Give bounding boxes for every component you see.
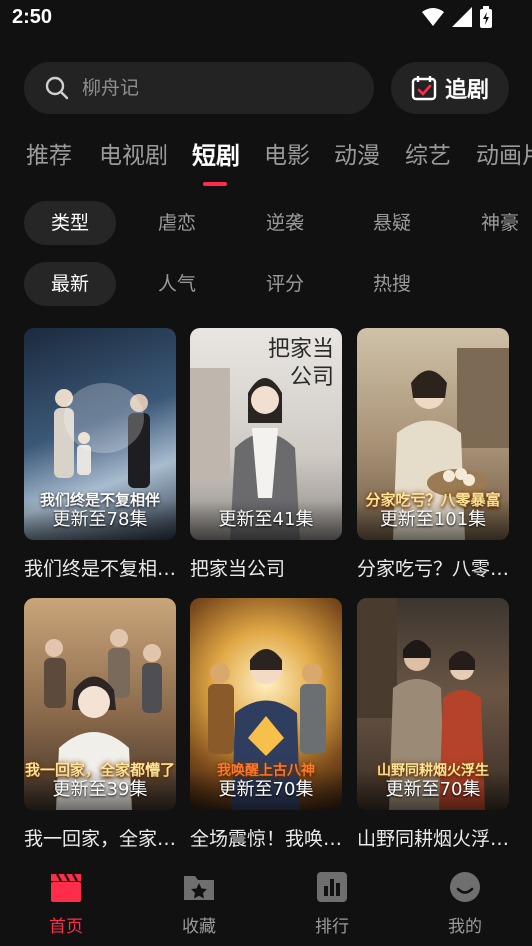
episode-badge: 更新至78集 <box>24 500 176 540</box>
tab-animation[interactable]: 动画片 <box>476 136 532 170</box>
status-icons <box>422 6 492 28</box>
cover-image[interactable]: 山野同耕烟火浮生 更新至70集 <box>357 598 509 810</box>
drama-card[interactable]: 把家当公司 更新至41集 把家当公司 <box>190 328 342 581</box>
filter-genre-all[interactable]: 类型 <box>24 201 116 245</box>
episode-badge: 更新至41集 <box>190 500 342 540</box>
cover-image[interactable]: 我唤醒上古八神 更新至70集 <box>190 598 342 810</box>
nav-home[interactable]: 首页 <box>16 870 116 937</box>
nav-profile[interactable]: 我的 <box>415 870 515 937</box>
tab-tv-series[interactable]: 电视剧 <box>99 136 168 170</box>
tab-active-indicator <box>203 182 227 186</box>
drama-card[interactable]: 我一回家，全家都懵了 更新至39集 我一回家，全家… <box>24 598 176 851</box>
episode-badge: 更新至39集 <box>24 770 176 810</box>
tab-recommend[interactable]: 推荐 <box>26 136 72 170</box>
tab-movie[interactable]: 电影 <box>264 136 310 170</box>
drama-card[interactable]: 分家吃亏？八零暴富 更新至101集 分家吃亏？八零… <box>357 328 509 581</box>
drama-card[interactable]: 山野同耕烟火浮生 更新至70集 山野同耕烟火浮… <box>357 598 509 851</box>
cover-image[interactable]: 把家当公司 更新至41集 <box>190 328 342 540</box>
drama-card[interactable]: 我们终是不复相伴 更新至78集 我们终是不复相… <box>24 328 176 581</box>
card-title[interactable]: 我们终是不复相… <box>24 554 184 581</box>
nav-label: 首页 <box>49 917 83 937</box>
episode-badge: 更新至70集 <box>357 770 509 810</box>
wifi-icon <box>422 8 444 26</box>
nav-favorites[interactable]: 收藏 <box>149 870 249 937</box>
sort-latest[interactable]: 最新 <box>24 262 116 306</box>
nav-label: 排行 <box>315 917 349 937</box>
sort-hot-search[interactable]: 热搜 <box>355 262 429 306</box>
drama-card[interactable]: 我唤醒上古八神 更新至70集 全场震惊！我唤… <box>190 598 342 851</box>
tab-anime[interactable]: 动漫 <box>334 136 380 170</box>
tab-short-drama[interactable]: 短剧 <box>192 136 240 171</box>
battery-icon <box>480 6 492 28</box>
follow-button[interactable]: 追剧 <box>391 62 509 114</box>
sort-filter-row: 最新 人气 评分 热搜 <box>0 262 532 308</box>
episode-badge: 更新至101集 <box>357 500 509 540</box>
status-time: 2:50 <box>12 6 53 28</box>
bar-chart-icon <box>317 872 347 902</box>
filter-genre-xuanyi[interactable]: 悬疑 <box>355 201 429 245</box>
cover-image[interactable]: 我一回家，全家都懵了 更新至39集 <box>24 598 176 810</box>
search-box[interactable] <box>24 62 374 114</box>
genre-filter-row: 类型 虐恋 逆袭 悬疑 神豪 <box>0 201 532 247</box>
signal-icon <box>452 7 472 27</box>
nav-ranking[interactable]: 排行 <box>282 870 382 937</box>
bottom-nav: 首页 收藏 排行 我的 <box>0 862 532 946</box>
star-folder-icon <box>184 876 214 900</box>
episode-badge: 更新至70集 <box>190 770 342 810</box>
nav-label: 收藏 <box>182 917 216 937</box>
nav-label: 我的 <box>448 917 482 937</box>
cover-title-text: 把家当公司 <box>267 337 334 390</box>
card-title[interactable]: 把家当公司 <box>190 554 350 581</box>
card-title[interactable]: 山野同耕烟火浮… <box>357 824 517 851</box>
card-title[interactable]: 全场震惊！我唤… <box>190 824 350 851</box>
cover-image[interactable]: 分家吃亏？八零暴富 更新至101集 <box>357 328 509 540</box>
card-title[interactable]: 分家吃亏？八零… <box>357 554 517 581</box>
calendar-check-icon <box>411 76 437 101</box>
clapperboard-icon <box>51 873 81 902</box>
filter-genre-nuelian[interactable]: 虐恋 <box>140 201 214 245</box>
status-bar: 2:50 <box>0 0 532 36</box>
smile-face-icon <box>450 872 480 902</box>
filter-genre-shenhao[interactable]: 神豪 <box>463 201 532 245</box>
sort-popular[interactable]: 人气 <box>140 262 214 306</box>
cover-image[interactable]: 我们终是不复相伴 更新至78集 <box>24 328 176 540</box>
tab-variety[interactable]: 综艺 <box>405 136 451 170</box>
search-input[interactable] <box>80 76 344 100</box>
sort-rating[interactable]: 评分 <box>248 262 322 306</box>
follow-label: 追剧 <box>444 78 489 103</box>
card-title[interactable]: 我一回家，全家… <box>24 824 184 851</box>
category-tabs: 推荐 电视剧 短剧 电影 动漫 综艺 动画片 <box>0 136 532 186</box>
search-icon <box>45 76 69 100</box>
filter-genre-nixi[interactable]: 逆袭 <box>248 201 322 245</box>
